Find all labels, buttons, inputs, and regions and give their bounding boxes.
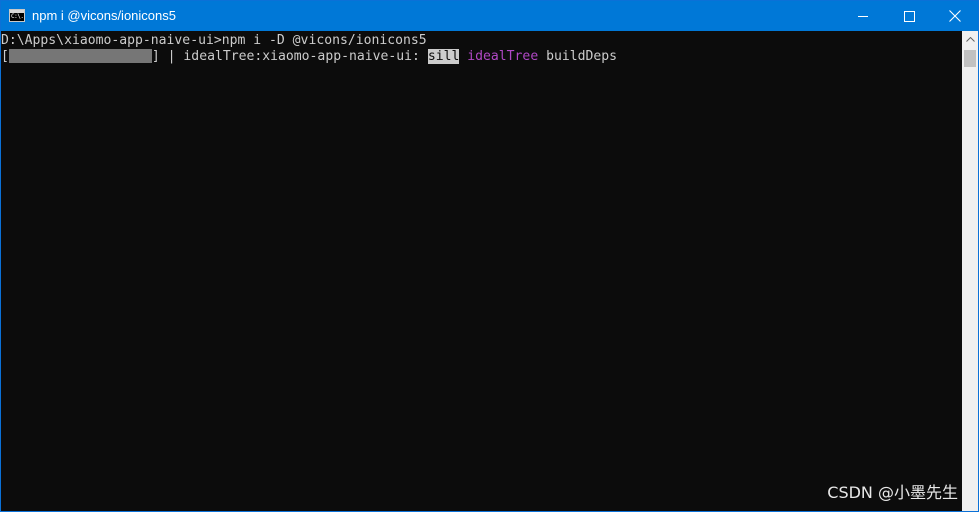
cmd-icon-label: C:\. <box>11 13 24 20</box>
title-bar[interactable]: C:\. npm i @vicons/ionicons5 <box>1 1 978 31</box>
minimize-button[interactable] <box>840 1 886 31</box>
close-button[interactable] <box>932 1 978 31</box>
window-title: npm i @vicons/ionicons5 <box>32 8 176 23</box>
scrollbar-thumb[interactable] <box>964 50 976 67</box>
log-level-badge: sill <box>427 49 460 64</box>
command-line: D:\Apps\xiaomo-app-naive-ui>npm i -D @vi… <box>1 33 427 48</box>
npm-progress-line: [ ] | idealTree:xiaomo-app-naive-ui: sill… <box>1 49 617 65</box>
log-prefix: idealTree <box>467 49 539 64</box>
vertical-scrollbar[interactable] <box>962 31 978 511</box>
minimize-icon <box>858 15 868 17</box>
scroll-up-arrow-icon <box>965 37 975 42</box>
maximize-icon <box>903 10 915 22</box>
progress-bar-fill <box>8 49 152 63</box>
scroll-up-button[interactable] <box>962 31 978 48</box>
cmd-app-icon[interactable]: C:\. <box>9 9 25 22</box>
maximize-button[interactable] <box>886 1 932 31</box>
progress-open-bracket: [ <box>1 49 9 64</box>
watermark: CSDN @小墨先生 <box>827 483 958 502</box>
close-icon <box>949 10 961 22</box>
progress-status-text: ] | idealTree:xiaomo-app-naive-ui: <box>151 49 428 64</box>
log-message: buildDeps <box>538 49 618 64</box>
console-output[interactable]: D:\Apps\xiaomo-app-naive-ui>npm i -D @vi… <box>1 31 962 511</box>
terminal-window: C:\. npm i @vicons/ionicons5 D:\Apps\xia… <box>0 0 979 512</box>
